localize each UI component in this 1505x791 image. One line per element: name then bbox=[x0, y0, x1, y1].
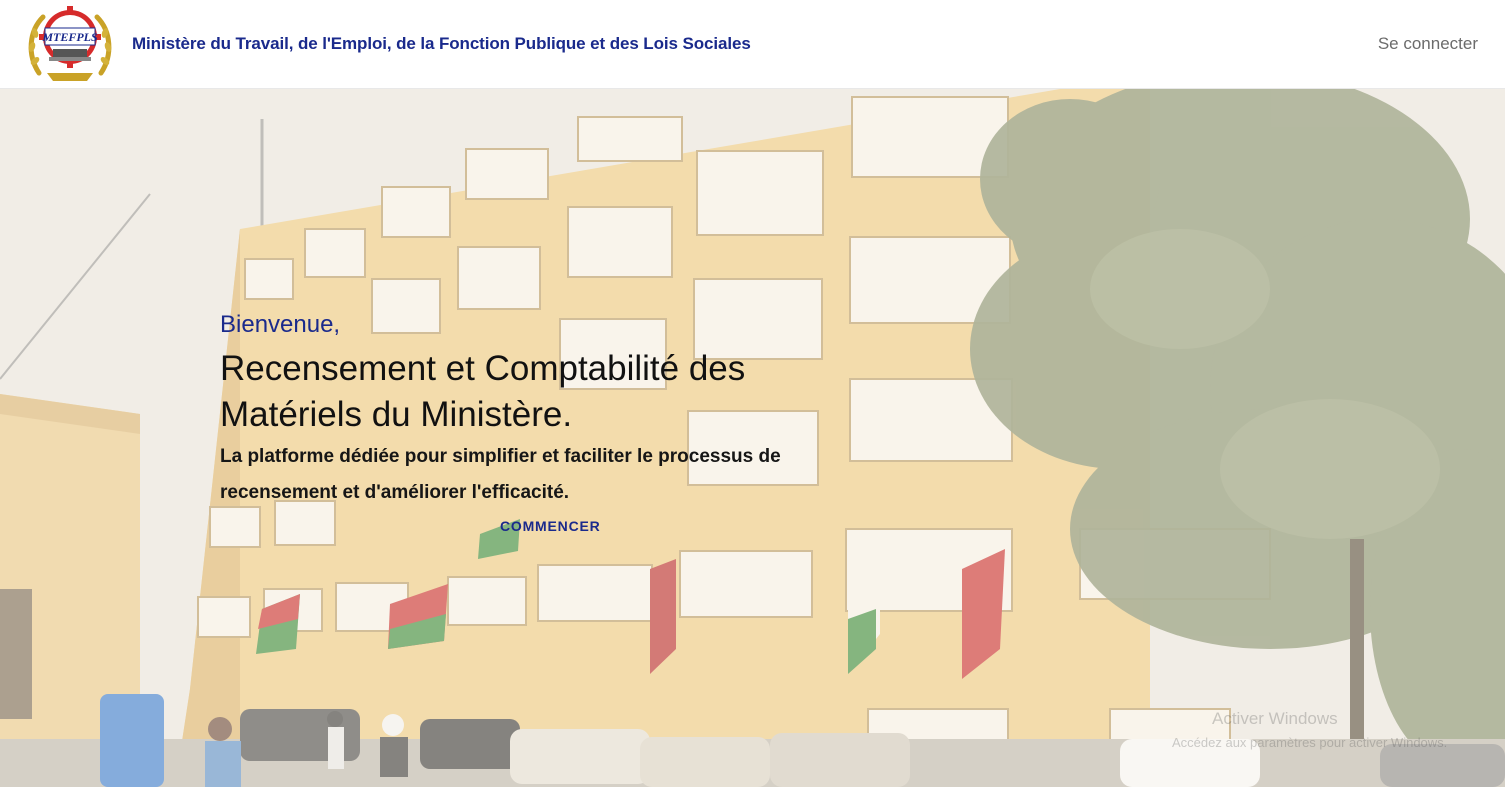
windows-activation-watermark: Activer Windows Accédez aux paramètres p… bbox=[1172, 709, 1447, 750]
site-title: Ministère du Travail, de l'Emploi, de la… bbox=[132, 34, 751, 53]
hero-headline: Recensement et Comptabilité des Matériel… bbox=[220, 349, 746, 434]
hero-section: Bienvenue, Recensement et Comptabilité d… bbox=[0, 89, 1505, 787]
top-navbar: MTEFPLS Ministère du Travail, de l'Emplo… bbox=[0, 0, 1505, 89]
logo-text: MTEFPLS bbox=[41, 30, 98, 44]
watermark-subtitle: Accédez aux paramètres pour activer Wind… bbox=[1172, 735, 1448, 750]
hero-subtitle: La platforme dédiée pour simplifier et f… bbox=[220, 446, 781, 503]
login-link[interactable]: Se connecter bbox=[1378, 34, 1478, 54]
watermark-title: Activer Windows bbox=[1212, 709, 1338, 728]
start-button[interactable]: COMMENCER bbox=[500, 518, 601, 534]
ministry-logo[interactable]: MTEFPLS bbox=[25, 3, 115, 87]
welcome-text: Bienvenue, bbox=[220, 311, 341, 338]
hero-overlay bbox=[0, 89, 1505, 787]
page-bottom-edge bbox=[0, 787, 1505, 791]
